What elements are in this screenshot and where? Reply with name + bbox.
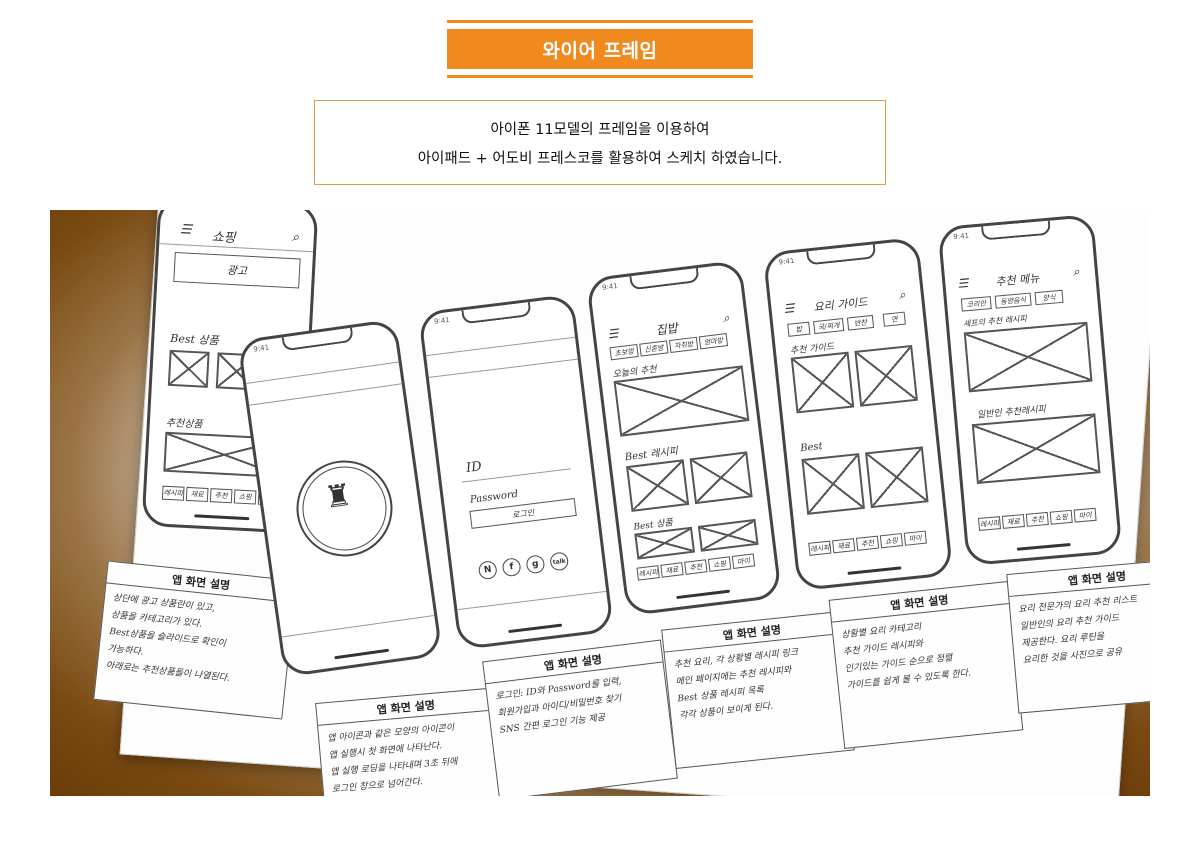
- description-line-2: 아이패드 + 어도비 프레스코를 활용하여 스케치 하였습니다.: [417, 150, 783, 167]
- category-tab: 신혼방: [639, 340, 669, 357]
- search-icon: ⌕: [898, 287, 907, 303]
- password-label: Password: [469, 488, 519, 506]
- description-card-login: 앱 화면 설명 로그인: ID와 Password를 입력, 회원가입과 아이디…: [482, 639, 678, 796]
- category-tab: 반찬: [846, 314, 875, 331]
- menu-icon: ☰: [606, 326, 620, 342]
- bottom-tab: 추천: [855, 535, 880, 551]
- menu-icon: ☰: [956, 276, 969, 291]
- bottom-tab: 재료: [660, 562, 684, 578]
- category-tab: 자취방: [668, 336, 699, 354]
- best-guide-label: Best: [799, 440, 824, 455]
- section-header: 와이어 프레임: [447, 20, 753, 78]
- status-time: 9:41: [252, 343, 270, 354]
- bottom-tab: 쇼핑: [879, 533, 904, 549]
- id-label: ID: [465, 459, 483, 476]
- general-recipe-image: [971, 413, 1101, 484]
- facebook-login-icon: f: [501, 557, 522, 578]
- guide-image-2: [854, 344, 918, 407]
- wireframe-showcase-image: ☰ 쇼핑 ⌕ 광고 Best 상품 추천상품 레시피 재료 추천 쇼핑 마이 앱…: [50, 210, 1150, 796]
- bottom-tab: 추천: [1025, 511, 1049, 527]
- status-time: 9:41: [433, 315, 451, 326]
- best-product-image-2: [697, 518, 759, 552]
- status-time: 9:41: [953, 231, 970, 242]
- category-tab: 면: [882, 311, 906, 327]
- description-card-splash: 앱 화면 설명 앱 아이콘과 같은 모양의 아이콘이 앱 실행시 첫 화면에 나…: [315, 687, 505, 796]
- description-card-menu: 앱 화면 설명 요리 전문가의 요리 추천 리스트 일반인의 요리 추천 가이드…: [1006, 558, 1150, 714]
- section-title: 와이어 프레임: [447, 29, 753, 69]
- shopping-title: 쇼핑: [211, 229, 236, 247]
- menu-icon: ☰: [782, 301, 796, 317]
- google-login-icon: g: [525, 554, 546, 575]
- category-tab: 밥: [787, 321, 811, 337]
- bottom-tab: 레시피: [977, 516, 1002, 531]
- description-card-guide: 앱 화면 설명 상황별 요리 카테고리 추천 가이드 레시피와 인기있는 가이드…: [828, 581, 1024, 749]
- status-time: 9:41: [601, 281, 619, 292]
- description-card-shopping: 앱 화면 설명 상단에 광고 상품란이 있고, 상품을 카테고리가 있다. Be…: [93, 560, 297, 720]
- header-top-rule: [447, 20, 753, 23]
- bottom-tab: 레시피: [636, 565, 660, 581]
- bottom-tab: 마이: [903, 530, 927, 546]
- home-title: 집밥: [654, 321, 679, 338]
- category-tab: 동양음식: [994, 292, 1032, 309]
- shopping-ad-banner: 광고: [173, 251, 301, 289]
- phone-menu: 9:41 ☰ 추천 메뉴 ⌕ 코리안 동양음식 양식 셰프의 추천 레시피 일반…: [937, 213, 1123, 567]
- best-product-image-1: [167, 349, 210, 388]
- category-tab: 초보방: [609, 344, 639, 361]
- best-label: Best 상품: [169, 331, 219, 348]
- description-box: 아이폰 11모델의 프레임을 이용하여 아이패드 + 어도비 프레스코를 활용하…: [314, 100, 886, 185]
- bottom-tab: 추천: [209, 488, 233, 504]
- guide-title: 요리 가이드: [812, 295, 869, 315]
- status-time: 9:41: [778, 256, 795, 267]
- chef-recipe-image: [963, 321, 1093, 393]
- bottom-tab: 레시피: [808, 540, 832, 556]
- bottom-tab: 쇼핑: [707, 556, 732, 572]
- best-recipe-image-2: [689, 451, 753, 505]
- search-icon: ⌕: [291, 230, 300, 246]
- bottom-tab: 레시피: [161, 485, 185, 501]
- best-guide-image-2: [865, 446, 929, 509]
- bottom-tab: 마이: [1073, 507, 1097, 523]
- bottom-tab: 재료: [832, 538, 856, 554]
- category-tab: 코리안: [960, 296, 992, 312]
- chef-hat-icon: ♜: [322, 477, 355, 516]
- category-tab: 양식: [1034, 289, 1064, 306]
- header-bottom-rule: [447, 75, 753, 78]
- recommend-label: 추천상품: [165, 417, 203, 431]
- category-tab: 국/찌개: [813, 318, 845, 335]
- description-card-home: 앱 화면 설명 추천 요리, 각 상황별 레시피 링크 메인 페이지에는 추천 …: [661, 610, 855, 770]
- search-icon: ⌕: [721, 310, 731, 326]
- bottom-tab: 재료: [1001, 514, 1025, 529]
- bottom-tab: 마이: [731, 553, 756, 569]
- bottom-tab: 쇼핑: [233, 489, 257, 505]
- description-line-1: 아이폰 11모델의 프레임을 이용하여: [490, 121, 710, 138]
- guide-image-1: [790, 351, 855, 414]
- bottom-tab: 쇼핑: [1049, 509, 1073, 525]
- search-icon: ⌕: [1072, 264, 1081, 279]
- bottom-tab: 추천: [684, 559, 708, 575]
- category-tab: 엄마방: [698, 333, 729, 350]
- kakao-login-icon: talk: [549, 551, 570, 572]
- best-recipe-image-1: [626, 459, 690, 512]
- menu-title: 추천 메뉴: [994, 271, 1040, 289]
- naver-login-icon: N: [477, 560, 498, 581]
- best-product-image-1: [634, 526, 696, 560]
- bottom-tab: 재료: [185, 486, 209, 503]
- best-guide-image-1: [801, 453, 865, 515]
